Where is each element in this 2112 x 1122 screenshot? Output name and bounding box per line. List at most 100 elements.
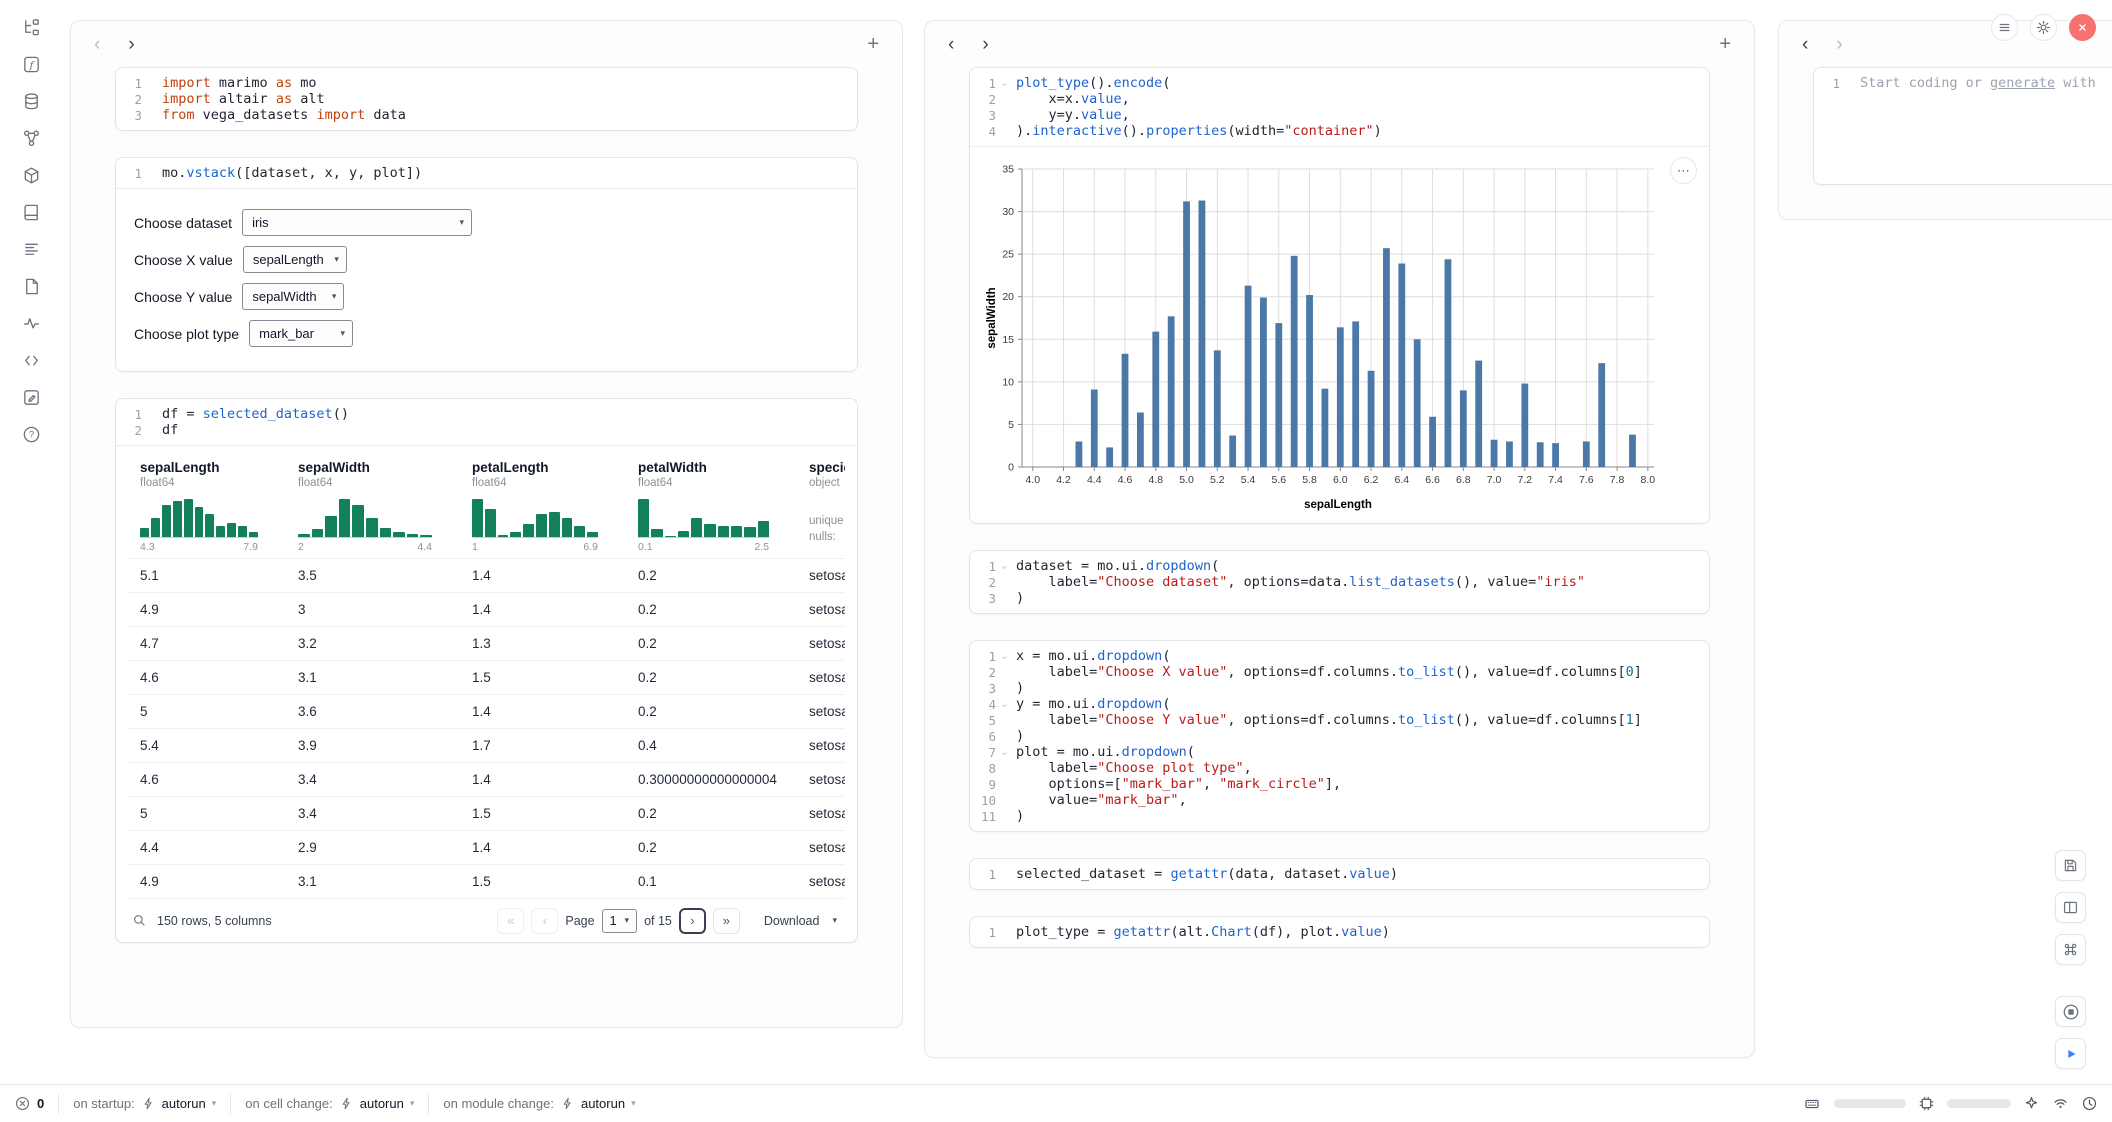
- memory-chip-icon[interactable]: [1918, 1095, 1935, 1112]
- code-line[interactable]: 3from vega_datasets import data: [116, 107, 857, 123]
- chart-menu-button[interactable]: ⋯: [1670, 157, 1697, 184]
- column-scroll-left-button[interactable]: ‹: [943, 33, 959, 56]
- cell-dataset-dropdown[interactable]: 1›dataset = mo.ui.dropdown(2 label="Choo…: [969, 550, 1710, 614]
- code-line[interactable]: 4›y = mo.ui.dropdown(: [970, 696, 1709, 712]
- keyboard-shortcuts-button[interactable]: [2055, 934, 2086, 965]
- code-line[interactable]: 5 label="Choose Y value", options=df.col…: [970, 712, 1709, 728]
- table-row[interactable]: 4.93.11.50.1setosa: [128, 864, 845, 898]
- code-line[interactable]: 6): [970, 728, 1709, 744]
- sidebar-item-logs[interactable]: [15, 308, 47, 338]
- sidebar-item-datasources[interactable]: [15, 86, 47, 116]
- code-line[interactable]: 1mo.vstack([dataset, x, y, plot]): [116, 165, 857, 181]
- cell-xy-plot-dropdowns[interactable]: 1›x = mo.ui.dropdown(2 label="Choose X v…: [969, 640, 1710, 832]
- download-button[interactable]: Download▾: [764, 914, 837, 928]
- fold-chevron-icon[interactable]: ›: [996, 696, 1012, 711]
- table-row[interactable]: 4.931.40.2setosa: [128, 592, 845, 626]
- on-cell-change-config[interactable]: on cell change: autorun ▾: [245, 1096, 414, 1111]
- cell-plot[interactable]: 1›plot_type().encode(2 x=x.value,3 y=y.v…: [969, 67, 1710, 524]
- code-line[interactable]: 8 label="Choose plot type",: [970, 760, 1709, 776]
- code-line[interactable]: 11): [970, 808, 1709, 824]
- code-line[interactable]: 1plot_type = getattr(alt.Chart(df), plot…: [970, 924, 1709, 940]
- code-line[interactable]: 1›x = mo.ui.dropdown(: [970, 648, 1709, 664]
- settings-button[interactable]: [2030, 14, 2057, 41]
- column-scroll-right-button[interactable]: ›: [977, 33, 993, 56]
- dropdown-select[interactable]: sepalLength▾: [243, 246, 347, 273]
- code-editor[interactable]: 1plot_type = getattr(alt.Chart(df), plot…: [970, 917, 1709, 947]
- column-scroll-right-button[interactable]: ›: [123, 33, 139, 56]
- layout-button[interactable]: [2055, 892, 2086, 923]
- code-line[interactable]: 1selected_dataset = getattr(data, datase…: [970, 866, 1709, 882]
- dropdown-select[interactable]: mark_bar▾: [249, 320, 353, 347]
- code-line[interactable]: 1df = selected_dataset(): [116, 406, 857, 422]
- cell-imports[interactable]: 1import marimo as mo2import altair as al…: [115, 67, 858, 131]
- code-line[interactable]: 1import marimo as mo: [116, 75, 857, 91]
- sidebar-item-help[interactable]: ?: [15, 419, 47, 449]
- cell-selected-dataset[interactable]: 1selected_dataset = getattr(data, datase…: [969, 858, 1710, 890]
- code-line[interactable]: 2 label="Choose dataset", options=data.l…: [970, 574, 1709, 590]
- code-editor[interactable]: 1selected_dataset = getattr(data, datase…: [970, 859, 1709, 889]
- search-icon[interactable]: [132, 913, 147, 928]
- add-cell-button[interactable]: +: [1714, 32, 1736, 56]
- wifi-icon[interactable]: [2052, 1095, 2069, 1112]
- on-module-change-config[interactable]: on module change: autorun ▾: [443, 1096, 635, 1111]
- save-button[interactable]: [2055, 850, 2086, 881]
- sidebar-item-dependencies[interactable]: [15, 123, 47, 153]
- cell-dataframe[interactable]: 1df = selected_dataset()2df sepalLengthf…: [115, 398, 858, 943]
- cell-empty[interactable]: 1 Start coding or generate with: [1813, 67, 2112, 185]
- column-header[interactable]: petalWidthfloat64: [626, 460, 797, 489]
- keyboard-icon[interactable]: [1802, 1096, 1822, 1112]
- fold-chevron-icon[interactable]: ›: [996, 744, 1012, 759]
- sidebar-item-notebook[interactable]: [15, 197, 47, 227]
- fold-chevron-icon[interactable]: ›: [996, 75, 1012, 90]
- cell-vstack-controls[interactable]: 1mo.vstack([dataset, x, y, plot]) Choose…: [115, 157, 858, 372]
- next-page-button[interactable]: ›: [679, 908, 706, 934]
- sidebar-item-documentation[interactable]: [15, 271, 47, 301]
- column-scroll-left-button[interactable]: ‹: [89, 33, 105, 56]
- dropdown-select[interactable]: iris▾: [242, 209, 472, 236]
- page-select[interactable]: 1▾: [602, 909, 637, 933]
- column-header[interactable]: sepalWidthfloat64: [286, 460, 460, 489]
- shutdown-button[interactable]: [2069, 14, 2096, 41]
- code-line[interactable]: 9 options=["mark_bar", "mark_circle"],: [970, 776, 1709, 792]
- column-scroll-right-button[interactable]: ›: [1831, 33, 1847, 56]
- sidebar-item-packages[interactable]: [15, 160, 47, 190]
- add-cell-button[interactable]: +: [862, 32, 884, 56]
- dropdown-select[interactable]: sepalWidth▾: [242, 283, 344, 310]
- table-row[interactable]: 5.13.51.40.2setosa: [128, 558, 845, 592]
- table-row[interactable]: 4.63.11.50.2setosa: [128, 660, 845, 694]
- generate-link[interactable]: generate: [1990, 75, 2055, 91]
- sidebar-item-scratchpad[interactable]: [15, 382, 47, 412]
- code-line[interactable]: 1›dataset = mo.ui.dropdown(: [970, 558, 1709, 574]
- sparkle-icon[interactable]: [2023, 1095, 2040, 1112]
- sidebar-item-outline[interactable]: [15, 234, 47, 264]
- error-count[interactable]: 0: [14, 1095, 44, 1112]
- code-editor[interactable]: 1import marimo as mo2import altair as al…: [116, 68, 857, 130]
- table-row[interactable]: 53.61.40.2setosa: [128, 694, 845, 728]
- cell-plot-type[interactable]: 1plot_type = getattr(alt.Chart(df), plot…: [969, 916, 1710, 948]
- code-editor[interactable]: 1 Start coding or generate with: [1814, 68, 2112, 98]
- column-header[interactable]: sepalLengthfloat64: [128, 460, 286, 489]
- fold-chevron-icon[interactable]: ›: [996, 558, 1012, 573]
- prev-page-button[interactable]: ‹: [531, 908, 558, 934]
- last-page-button[interactable]: »: [713, 908, 740, 934]
- code-editor[interactable]: 1›plot_type().encode(2 x=x.value,3 y=y.v…: [970, 68, 1709, 146]
- sidebar-item-marimo-file[interactable]: f: [15, 49, 47, 79]
- notebook-menu-button[interactable]: [1991, 14, 2018, 41]
- code-line[interactable]: 4).interactive().properties(width="conta…: [970, 123, 1709, 139]
- code-line[interactable]: 7›plot = mo.ui.dropdown(: [970, 744, 1709, 760]
- code-line[interactable]: 1 Start coding or generate with: [1814, 75, 2112, 91]
- code-editor[interactable]: 1›x = mo.ui.dropdown(2 label="Choose X v…: [970, 641, 1709, 831]
- interrupt-button[interactable]: [2055, 996, 2086, 1027]
- code-line[interactable]: 2 x=x.value,: [970, 91, 1709, 107]
- code-editor[interactable]: 1›dataset = mo.ui.dropdown(2 label="Choo…: [970, 551, 1709, 613]
- code-line[interactable]: 2df: [116, 422, 857, 438]
- table-row[interactable]: 4.73.21.30.2setosa: [128, 626, 845, 660]
- code-editor[interactable]: 1mo.vstack([dataset, x, y, plot]): [116, 158, 857, 188]
- table-row[interactable]: 53.41.50.2setosa: [128, 796, 845, 830]
- code-line[interactable]: 3 y=y.value,: [970, 107, 1709, 123]
- column-header[interactable]: petalLengthfloat64: [460, 460, 626, 489]
- code-line[interactable]: 1›plot_type().encode(: [970, 75, 1709, 91]
- sidebar-item-snippets[interactable]: [15, 345, 47, 375]
- code-line[interactable]: 3): [970, 590, 1709, 606]
- table-row[interactable]: 4.63.41.40.30000000000000004setosa: [128, 762, 845, 796]
